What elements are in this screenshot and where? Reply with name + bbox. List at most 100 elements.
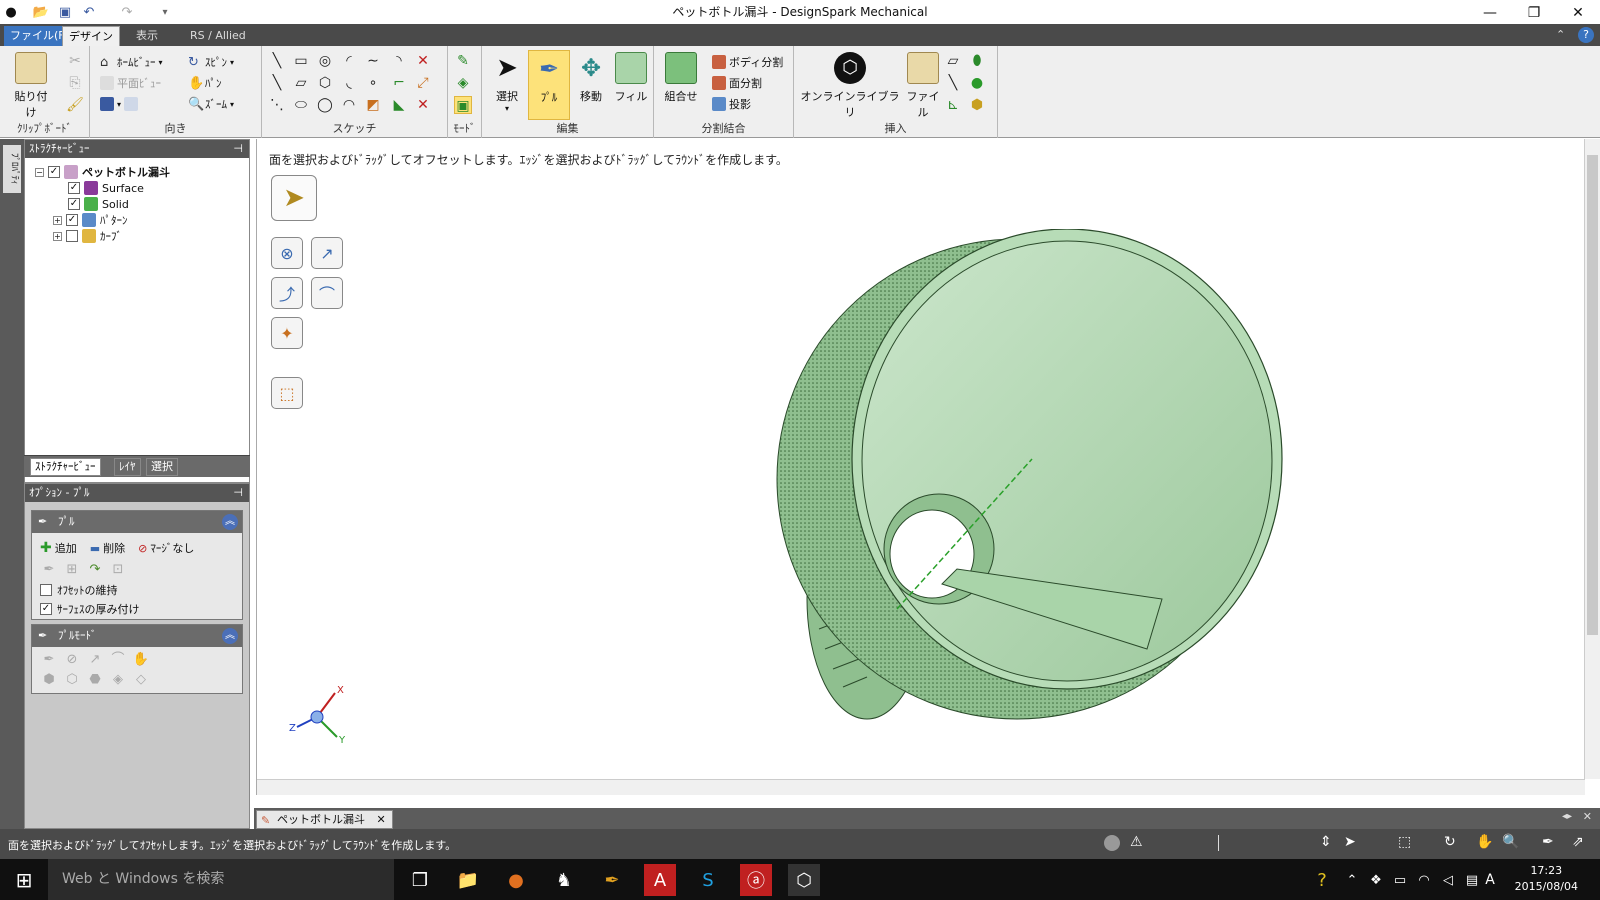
split-line-icon[interactable]: ✕ [414,96,432,114]
corner-icon[interactable]: ⌐ [390,74,408,92]
remove-button[interactable]: ▬ 削除 [90,540,125,556]
tree-item-surface[interactable]: ✓ Surface [68,180,144,196]
point-tool-icon[interactable]: ∘ [364,74,382,92]
notification-help-icon[interactable]: ? [1306,864,1338,896]
close-all-tabs-icon[interactable]: ✕ [1583,810,1592,823]
sphere-insert-icon[interactable]: ● [968,74,986,92]
task-view-icon[interactable]: ❐ [404,864,436,896]
revolve-icon[interactable]: ⊘ [63,651,81,669]
up-to-icon[interactable]: ⊞ [63,561,81,579]
inkscape-icon[interactable]: ✒ [596,864,628,896]
ellipse-tool-icon[interactable]: ⬭ [292,96,310,114]
sketch-mode-icon[interactable]: ✎ [454,52,472,70]
skype-icon[interactable]: S [692,864,724,896]
direction-icon[interactable]: ✒ [40,561,58,579]
tree-item-checkbox[interactable]: ✓ [68,198,80,210]
no-merge-button[interactable]: ⊘ ﾏｰｼﾞなし [138,540,194,556]
keep-offset-row[interactable]: ｵﾌｾｯﾄの維持 [40,581,118,599]
face-curve-icon[interactable]: ◩ [364,96,382,114]
tab-scroll-arrows-icon[interactable]: ◂▸ [1562,811,1572,822]
plane-insert-icon[interactable]: ▱ [944,52,962,70]
three-point-circle-icon[interactable]: ◯ [316,96,334,114]
select-mode-icon[interactable]: ➤ [1344,834,1356,850]
thicken-surfaces-row[interactable]: ✓ ｻｰﾌｪｽの厚み付け [40,600,140,618]
shell-insert-icon[interactable]: ⬢ [968,96,986,114]
tab-design[interactable]: デザイン [62,26,120,46]
box-select-icon[interactable]: ⬚ [1398,834,1411,850]
tree-item-checkbox[interactable]: ✓ [68,182,80,194]
combine-button[interactable]: 組合せ [660,50,702,120]
sweep-icon[interactable]: ↷ [86,561,104,579]
tree-item-checkbox[interactable]: ✓ [66,214,78,226]
pan-button[interactable]: ✋ ﾊﾟﾝ [188,73,222,93]
tab-selection[interactable]: 選択 [146,458,178,476]
minimize-button[interactable]: — [1470,2,1510,24]
ime-indicator[interactable]: A [1474,864,1506,896]
both-sides-icon[interactable]: ◈ [109,671,127,689]
help-icon[interactable]: ? [1578,27,1594,43]
bend-icon[interactable]: ◣ [390,96,408,114]
section-mode-icon[interactable]: ◈ [454,74,472,92]
cut-mode-icon[interactable]: ⬡ [63,671,81,689]
tree-item-pattern[interactable]: + ✓ ﾊﾟﾀｰﾝ [53,212,128,228]
sweep-guide[interactable]: ⤴ [271,277,303,309]
sweep-mode-icon[interactable]: ↗ [86,651,104,669]
draft-guide[interactable]: ⌒ [311,277,343,309]
arc-tool-icon[interactable]: ◜ [340,52,358,70]
tree-root[interactable]: − ✓ ペットボトル漏斗 [35,164,170,180]
axis-triad[interactable]: X Y Z [287,679,357,749]
funnel-model[interactable] [767,229,1287,749]
construction-line-icon[interactable]: ⋱ [268,96,286,114]
pan-status-icon[interactable]: ✋ [1476,834,1493,850]
tree-root-checkbox[interactable]: ✓ [48,166,60,178]
windows-start-icon[interactable]: ⊞ [8,864,40,896]
properties-tab[interactable]: ﾌﾟﾛﾊﾟﾃｨ [3,145,21,193]
spin-status-icon[interactable]: ↻ [1444,834,1456,850]
pin-icon[interactable]: ⊣ [233,140,243,158]
cut-icon[interactable]: ✂ [66,52,84,70]
plane-view-button[interactable]: 平面ﾋﾞｭｰ [100,73,161,93]
designspark-taskbar-icon[interactable]: ⬡ [788,864,820,896]
online-library-button[interactable]: ⬡ オンラインライブラリ [800,50,900,120]
zoom-status-icon[interactable]: 🔍 [1502,834,1519,850]
project-button[interactable]: 投影 [712,94,751,114]
view-cube-button[interactable]: ▾ [100,94,139,114]
tangent-line-icon[interactable]: ╲ [268,74,286,92]
3d-mode-icon[interactable]: ▣ [454,96,472,114]
spin-button[interactable]: ↻ ｽﾋﾟﾝ ▾ [188,52,234,72]
tree-item-solid[interactable]: ✓ Solid [68,196,129,212]
no-merge-mode-icon[interactable]: ⬣ [86,671,104,689]
close-tab-icon[interactable]: ✕ [377,813,386,826]
firefox-icon[interactable]: ● [500,864,532,896]
maximize-button[interactable]: ❐ [1514,2,1554,24]
split-body-button[interactable]: ボディ分割 [712,52,783,72]
design-canvas[interactable]: 面を選択およびﾄﾞﾗｯｸﾞしてオフセットします。ｴｯｼﾞを選択およびﾄﾞﾗｯｸﾞ… [256,139,1600,795]
extend-icon[interactable]: ⤢ [414,74,432,92]
warning-icon[interactable]: ⚠ [1130,834,1143,850]
zoom-button[interactable]: 🔍 ｽﾞｰﾑ ▾ [188,94,234,114]
close-button[interactable]: ✕ [1558,2,1598,24]
select-button[interactable]: ➤ 選択 ▾ [486,50,528,120]
acrobat-icon[interactable]: ⓐ [740,864,772,896]
vertical-scrollbar[interactable] [1584,139,1600,779]
tree-item-checkbox[interactable] [66,230,78,242]
add-button[interactable]: ✚ 追加 [40,540,77,556]
tab-rs-allied[interactable]: RS / Allied [184,26,252,46]
three-point-rect-icon[interactable]: ▱ [292,74,310,92]
full-pull-guide[interactable]: ⬚ [271,377,303,409]
line-tool-icon[interactable]: ╲ [268,52,286,70]
pivot-guide[interactable]: ✦ [271,317,303,349]
taskbar-search[interactable]: Web と Windows を検索 [48,859,394,900]
tab-layers[interactable]: ﾚｲﾔ [114,458,141,476]
offset-curve-icon[interactable]: ◝ [390,52,408,70]
selection-filter-icon[interactable]: ⇕ [1320,834,1332,850]
trim-icon[interactable]: ✕ [414,52,432,70]
tangent-arc-icon[interactable]: ◟ [340,74,358,92]
split-face-button[interactable]: 面分割 [712,73,762,93]
extrude-icon[interactable]: ✒ [40,651,58,669]
select-tool-guide[interactable]: ➤ [271,175,317,221]
horizontal-scrollbar[interactable] [257,779,1585,795]
draft-mode-icon[interactable]: ⌒ [109,651,127,669]
copy-icon[interactable]: ⎘ [66,74,84,92]
move-button[interactable]: ✥ 移動 [570,50,612,120]
